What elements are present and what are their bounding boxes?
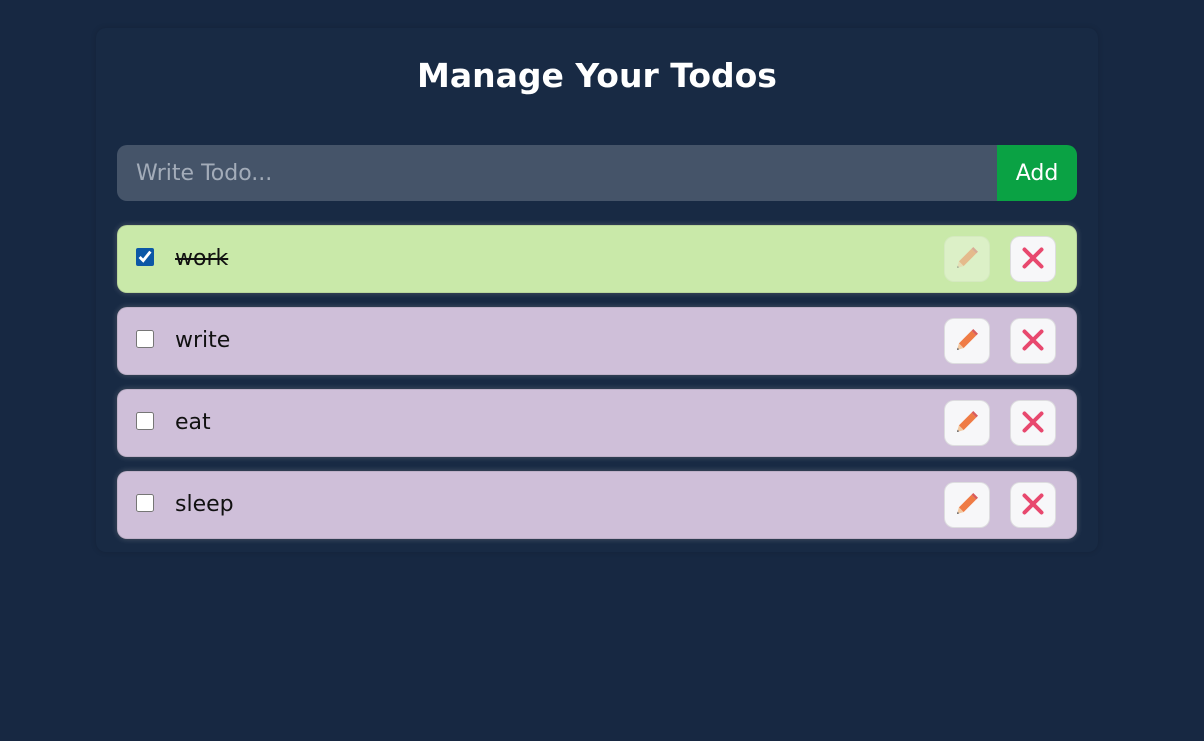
close-icon — [1021, 246, 1045, 273]
pencil-icon — [955, 328, 979, 355]
delete-button[interactable] — [1010, 318, 1056, 364]
todo-text: write — [175, 328, 231, 353]
todo-text: sleep — [175, 492, 234, 517]
add-button[interactable]: Add — [997, 145, 1077, 201]
pencil-icon — [955, 492, 979, 519]
todo-text: work — [175, 246, 229, 271]
delete-button[interactable] — [1010, 236, 1056, 282]
delete-button[interactable] — [1010, 400, 1056, 446]
page-title: Manage Your Todos — [417, 56, 777, 95]
todo-checkbox[interactable] — [136, 412, 154, 430]
pencil-icon — [955, 246, 979, 273]
edit-button[interactable] — [944, 400, 990, 446]
todo-form: Add — [117, 145, 1077, 201]
todo-item: sleep — [117, 471, 1077, 539]
todo-item: work — [117, 225, 1077, 293]
todo-checkbox[interactable] — [136, 330, 154, 348]
todo-text: eat — [175, 410, 211, 435]
todo-list: work write eat sleep — [117, 225, 1077, 553]
delete-button[interactable] — [1010, 482, 1056, 528]
todo-checkbox[interactable] — [136, 248, 154, 266]
edit-button[interactable] — [944, 482, 990, 528]
todo-input[interactable] — [117, 145, 997, 201]
todo-item: eat — [117, 389, 1077, 457]
pencil-icon — [955, 410, 979, 437]
close-icon — [1021, 328, 1045, 355]
close-icon — [1021, 492, 1045, 519]
edit-button[interactable] — [944, 318, 990, 364]
edit-button[interactable] — [944, 236, 990, 282]
close-icon — [1021, 410, 1045, 437]
todo-checkbox[interactable] — [136, 494, 154, 512]
todo-panel: Manage Your Todos Add work — [96, 28, 1098, 552]
todo-item: write — [117, 307, 1077, 375]
